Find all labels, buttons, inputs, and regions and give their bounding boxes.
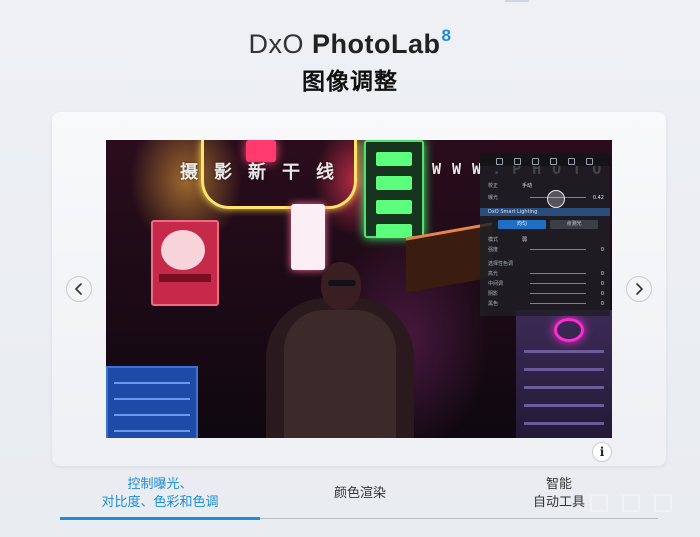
panel-tab-icon (514, 158, 521, 165)
panel-row-value: 0.42 (592, 194, 604, 201)
tab-label: 控制曝光、 对比度、色彩和色调 (101, 476, 218, 512)
person-head (321, 262, 361, 310)
page-subtitle: 图像调整 (302, 69, 398, 95)
panel-row-value: 手动 (522, 183, 533, 189)
brand-version: 8 (441, 26, 452, 45)
tab-label-line: 对比度、色彩和色调 (101, 495, 219, 510)
watermark-cn: 摄影新干线 (180, 162, 350, 183)
panel-subsection: 选择性色调 (488, 260, 604, 267)
panel-row: 阴影 0 (488, 290, 604, 298)
tab-exposure-contrast[interactable]: 控制曝光、 对比度、色彩和色调 (60, 470, 260, 518)
tab-color-rendering[interactable]: 颜色渲染 (260, 470, 460, 518)
adjustment-panel-overlay: 校正 手动 曝光 0.42 DxO Smart Lighting 均匀 点测光 … (480, 154, 610, 316)
chevron-left-icon (75, 283, 82, 295)
panel-section-header: DxO Smart Lighting (480, 208, 610, 216)
top-accent-line (505, 0, 529, 2)
product-title: DxO PhotoLab8 (0, 26, 700, 60)
panel-row-label: 高光 (488, 271, 499, 277)
panel-subsection-label: 选择性色调 (488, 261, 514, 267)
panel-row: 校正 手动 (488, 182, 604, 189)
panel-row-label: 中间调 (488, 281, 504, 287)
panel-slider (530, 283, 586, 284)
brand-name: PhotoLab (312, 29, 441, 59)
panel-tab-strip (480, 154, 610, 166)
panel-row-value: 0 (600, 280, 604, 287)
right-wall (516, 310, 612, 438)
panel-row-label: 强度 (488, 247, 499, 253)
panel-tab-icon (586, 158, 593, 165)
tab-label-line: 智能 (545, 477, 572, 492)
panel-row: 模式 弱 (488, 236, 604, 243)
chevron-right-icon (636, 283, 643, 295)
carousel-prev-button[interactable] (66, 276, 92, 302)
pointer-cursor-icon (547, 190, 565, 208)
panel-row: 曝光 0.42 (488, 194, 604, 202)
feature-tabs: 控制曝光、 对比度、色彩和色调 颜色渲染 智能 自动工具 (60, 470, 658, 522)
neon-sign-green (364, 140, 424, 238)
panel-slider (530, 249, 586, 250)
info-button[interactable]: i (592, 442, 612, 462)
carousel-next-button[interactable] (626, 276, 652, 302)
panel-slider (530, 303, 586, 304)
neon-sign-white (291, 204, 325, 270)
tab-label-line: 控制曝光、 (127, 477, 193, 492)
tab-label-line: 自动工具 (532, 495, 585, 510)
panel-tab-icon (568, 158, 575, 165)
panel-tab-icon (532, 158, 539, 165)
tab-label: 颜色渲染 (334, 485, 386, 503)
panel-row-value: 弱 (522, 237, 528, 243)
panel-row: 强度 0 (488, 246, 604, 254)
panel-row: 中间调 0 (488, 280, 604, 288)
panel-tab-icon (550, 158, 557, 165)
panel-row-value: 0 (600, 290, 604, 297)
panel-row-value: 0 (600, 246, 604, 253)
panel-mode-button: 点测光 (550, 220, 598, 229)
panel-row-label: 黑色 (488, 301, 499, 307)
info-icon: i (599, 445, 605, 459)
panel-mode-button: 均匀 (498, 220, 546, 229)
panel-mode-buttons: 均匀 点测光 (498, 220, 598, 229)
panel-row-value: 0 (600, 300, 604, 307)
panel-row: 黑色 0 (488, 300, 604, 308)
panel-tab-icon (496, 158, 503, 165)
panel-row-label: 模式 (488, 237, 499, 243)
tab-label-line: 颜色渲染 (333, 486, 386, 501)
brand-prefix: DxO (248, 29, 305, 59)
panel-slider (530, 273, 586, 274)
blue-crate (106, 366, 198, 438)
active-tab-indicator (60, 517, 260, 520)
panel-row-label: 校正 (488, 183, 499, 189)
store-sign-red (151, 220, 219, 306)
panel-row: 高光 0 (488, 270, 604, 278)
panel-row-label: 曝光 (488, 195, 499, 201)
panel-row-label: 阴影 (488, 291, 499, 297)
brand-header: DxO PhotoLab8 图像调整 (0, 26, 700, 96)
person-sunglasses (328, 280, 356, 286)
tab-label: 智能 自动工具 (533, 476, 585, 512)
panel-row-value: 0 (600, 270, 604, 277)
corner-watermark (590, 494, 680, 512)
panel-slider (530, 293, 586, 294)
person-coat (284, 310, 396, 438)
